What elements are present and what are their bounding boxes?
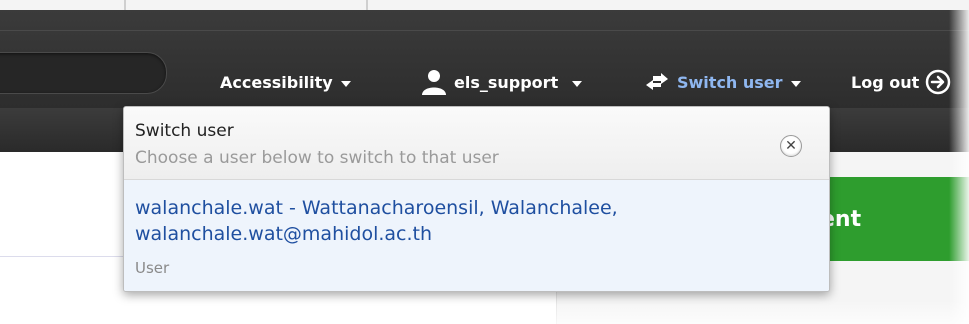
caret-down-icon xyxy=(790,81,801,87)
top-navbar: Accessibility els_support Switch user Lo… xyxy=(0,10,969,108)
switch-user-label: Switch user xyxy=(677,72,783,92)
user-option-name[interactable]: walanchale.wat - Wattanacharoensil, Wala… xyxy=(135,195,775,247)
user-option-name-line1: walanchale.wat - Wattanacharoensil, Wala… xyxy=(135,197,618,219)
user-menu[interactable]: els_support xyxy=(420,69,583,95)
switch-user-menu[interactable]: Switch user xyxy=(643,69,801,95)
dropdown-title: Switch user xyxy=(135,121,234,141)
search-input[interactable] xyxy=(0,52,167,94)
edge-fade xyxy=(949,10,969,324)
edge-fade xyxy=(0,300,969,324)
user-icon xyxy=(422,70,446,95)
switch-arrows-icon xyxy=(646,73,668,90)
column-divider xyxy=(124,0,126,10)
dropdown-subtitle: Choose a user below to switch to that us… xyxy=(135,148,499,168)
user-option-name-line2: walanchale.wat@mahidol.ac.th xyxy=(135,223,433,245)
accessibility-menu[interactable]: Accessibility xyxy=(220,69,351,95)
user-option[interactable]: walanchale.wat - Wattanacharoensil, Wala… xyxy=(124,180,829,291)
column-divider xyxy=(366,0,368,10)
caret-down-icon xyxy=(572,81,583,87)
logout-link[interactable]: Log out xyxy=(851,69,951,95)
logout-arrow-icon xyxy=(926,69,951,95)
close-icon[interactable]: ✕ xyxy=(780,135,802,157)
navbar-divider xyxy=(0,30,969,31)
caret-down-icon xyxy=(340,81,351,87)
page-top-strip xyxy=(0,0,969,10)
user-label: els_support xyxy=(454,72,559,92)
user-option-role: User xyxy=(135,259,170,277)
logout-label: Log out xyxy=(851,72,920,92)
accessibility-label: Accessibility xyxy=(220,72,333,92)
dropdown-header: Switch user Choose a user below to switc… xyxy=(124,107,829,180)
switch-user-dropdown: Switch user Choose a user below to switc… xyxy=(123,106,830,292)
